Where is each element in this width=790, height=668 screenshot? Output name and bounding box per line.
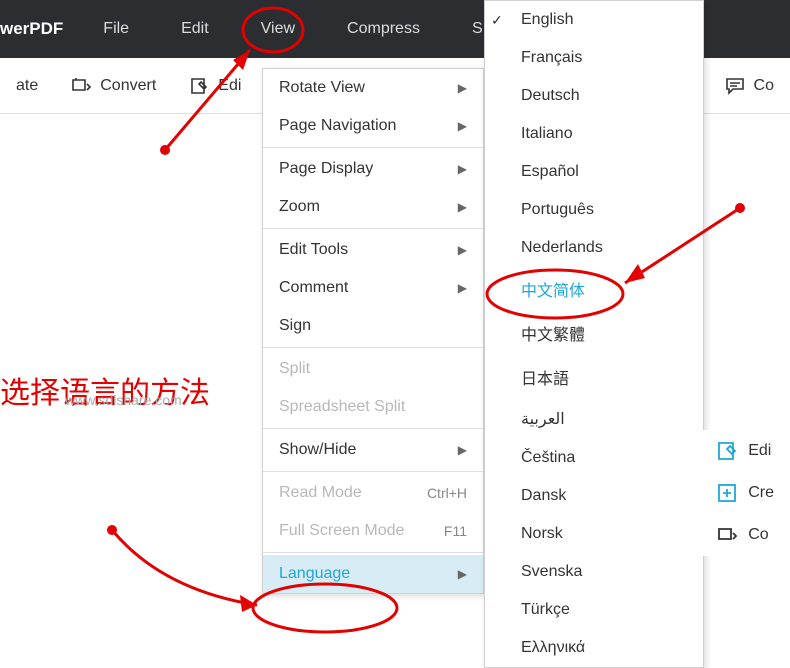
toolbar-comment[interactable]: Co [708, 75, 790, 97]
toolbar-convert[interactable]: Convert [54, 75, 172, 97]
menu-item-label: Show/Hide [279, 441, 356, 459]
view-menu-spreadsheet-split: Spreadsheet Split [263, 388, 483, 426]
edit-label: Edi [218, 77, 241, 95]
side-create[interactable]: Cre [700, 472, 790, 514]
language-option[interactable]: Ελληνικά [485, 629, 703, 667]
view-menu-language[interactable]: Language ▶ [263, 555, 483, 593]
menu-separator [263, 228, 483, 229]
menu-s-partial[interactable]: S [446, 0, 483, 58]
menu-separator [263, 147, 483, 148]
view-menu-show/hide[interactable]: Show/Hide ▶ [263, 431, 483, 469]
view-menu-read-mode: Read Mode Ctrl+H [263, 474, 483, 512]
menu-compress[interactable]: Compress [321, 0, 446, 58]
convert-label: Convert [100, 77, 156, 95]
menu-separator [263, 552, 483, 553]
side-panel: Edi Cre Co [700, 430, 790, 556]
language-option[interactable]: Nederlands [485, 229, 703, 267]
menu-item-label: Page Navigation [279, 117, 396, 135]
view-menu-zoom[interactable]: Zoom ▶ [263, 188, 483, 226]
menu-item-label: Rotate View [279, 79, 365, 97]
submenu-arrow-icon: ▶ [458, 119, 467, 133]
language-option[interactable]: 中文简体 [485, 267, 703, 311]
menu-item-label: Split [279, 360, 310, 378]
toolbar-create[interactable]: ate [0, 77, 54, 95]
menu-shortcut: Ctrl+H [427, 485, 467, 501]
menu-item-label: Read Mode [279, 484, 362, 502]
side-convert[interactable]: Co [700, 514, 790, 556]
language-option[interactable]: Português [485, 191, 703, 229]
menu-item-label: Edit Tools [279, 241, 348, 259]
language-option[interactable]: Norsk [485, 515, 703, 553]
comment-icon [724, 75, 746, 97]
view-menu-page-display[interactable]: Page Display ▶ [263, 150, 483, 188]
view-menu-split: Split [263, 350, 483, 388]
view-menu-sign[interactable]: Sign [263, 307, 483, 345]
menu-file[interactable]: File [77, 0, 155, 58]
submenu-arrow-icon: ▶ [458, 243, 467, 257]
submenu-arrow-icon: ▶ [458, 200, 467, 214]
view-menu-rotate-view[interactable]: Rotate View ▶ [263, 69, 483, 107]
language-option[interactable]: English [485, 1, 703, 39]
convert-icon [70, 75, 92, 97]
watermark-text: www.sdlshare.com [65, 392, 182, 408]
language-option[interactable]: Türkçe [485, 591, 703, 629]
menu-edit[interactable]: Edit [155, 0, 235, 58]
submenu-arrow-icon: ▶ [458, 81, 467, 95]
view-menu-page-navigation[interactable]: Page Navigation ▶ [263, 107, 483, 145]
language-option[interactable]: Dansk [485, 477, 703, 515]
language-option[interactable]: Deutsch [485, 77, 703, 115]
submenu-arrow-icon: ▶ [458, 567, 467, 581]
toolbar-edit[interactable]: Edi [172, 75, 257, 97]
plus-box-icon [716, 482, 738, 504]
menu-view[interactable]: View [235, 0, 321, 58]
edit-icon [188, 75, 210, 97]
comment-label: Co [754, 77, 774, 95]
language-option[interactable]: 日本語 [485, 355, 703, 399]
menu-item-label: Spreadsheet Split [279, 398, 405, 416]
menu-separator [263, 428, 483, 429]
language-option[interactable]: Italiano [485, 115, 703, 153]
language-submenu: EnglishFrançaisDeutschItalianoEspañolPor… [484, 0, 704, 668]
edit-pencil-icon [716, 440, 738, 462]
convert-box-icon [716, 524, 738, 546]
language-option[interactable]: Español [485, 153, 703, 191]
view-menu-comment[interactable]: Comment ▶ [263, 269, 483, 307]
submenu-arrow-icon: ▶ [458, 443, 467, 457]
submenu-arrow-icon: ▶ [458, 162, 467, 176]
language-option[interactable]: 中文繁體 [485, 311, 703, 355]
side-edit-label: Edi [748, 442, 771, 460]
language-option[interactable]: Français [485, 39, 703, 77]
view-menu-edit-tools[interactable]: Edit Tools ▶ [263, 231, 483, 269]
create-label: ate [16, 77, 38, 95]
menu-item-label: Zoom [279, 198, 320, 216]
language-option[interactable]: العربية [485, 399, 703, 439]
menu-item-label: Comment [279, 279, 348, 297]
language-option[interactable]: Čeština [485, 439, 703, 477]
side-create-label: Cre [748, 484, 774, 502]
menu-shortcut: F11 [444, 523, 467, 539]
view-menu-full-screen-mode: Full Screen Mode F11 [263, 512, 483, 550]
menu-item-label: Sign [279, 317, 311, 335]
side-edit[interactable]: Edi [700, 430, 790, 472]
app-title: werPDF [0, 19, 77, 39]
menu-item-label: Language [279, 565, 350, 583]
view-dropdown-menu: Rotate View▶Page Navigation▶Page Display… [262, 68, 484, 594]
side-convert-label: Co [748, 526, 768, 544]
menu-item-label: Full Screen Mode [279, 522, 404, 540]
menu-item-label: Page Display [279, 160, 373, 178]
menu-separator [263, 347, 483, 348]
language-option[interactable]: Svenska [485, 553, 703, 591]
submenu-arrow-icon: ▶ [458, 281, 467, 295]
menu-separator [263, 471, 483, 472]
annotation-arrow-to-language [102, 520, 272, 620]
